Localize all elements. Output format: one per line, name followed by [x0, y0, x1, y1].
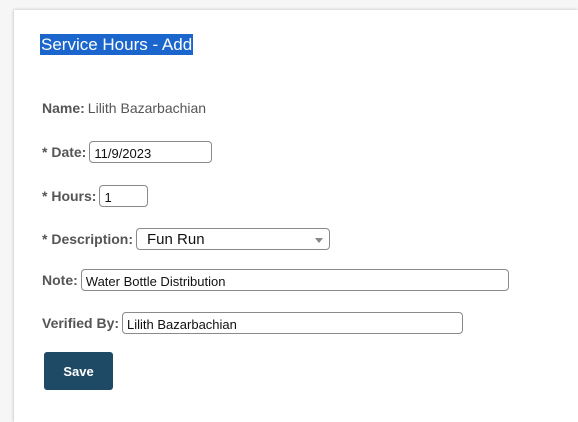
description-select[interactable]: Fun Run	[136, 228, 331, 250]
service-hours-form-panel: Service Hours - Add Name: Lilith Bazarba…	[14, 10, 578, 422]
verified-by-row: Verified By:	[42, 312, 464, 334]
note-input[interactable]	[80, 269, 509, 291]
name-row: Name: Lilith Bazarbachian	[42, 100, 206, 116]
note-label: Note:	[42, 272, 78, 288]
verified-by-label: Verified By:	[42, 315, 120, 331]
hours-label: * Hours:	[42, 188, 97, 204]
verified-by-input[interactable]	[122, 312, 464, 334]
save-button[interactable]: Save	[44, 352, 113, 390]
hours-input[interactable]	[99, 185, 149, 207]
description-row: * Description: Fun Run	[42, 228, 331, 250]
name-value: Lilith Bazarbachian	[87, 100, 207, 116]
description-label: * Description:	[42, 231, 134, 247]
description-selected-value: Fun Run	[147, 230, 205, 248]
chevron-down-icon	[315, 237, 324, 243]
date-row: * Date:	[42, 141, 213, 163]
note-row: Note:	[42, 269, 509, 291]
page-title: Service Hours - Add	[40, 34, 194, 55]
date-input[interactable]	[89, 141, 213, 163]
hours-row: * Hours:	[42, 185, 149, 207]
name-label: Name:	[42, 100, 85, 116]
page-background: Service Hours - Add Name: Lilith Bazarba…	[0, 0, 578, 422]
date-label: * Date:	[42, 144, 87, 160]
